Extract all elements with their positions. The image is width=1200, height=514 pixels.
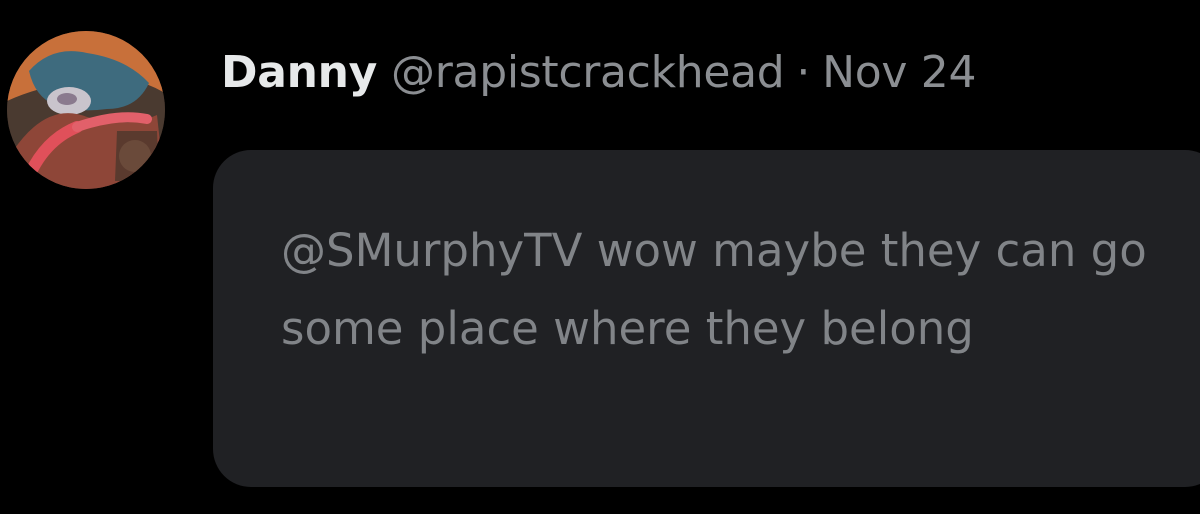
user-handle[interactable]: @rapistcrackhead <box>391 38 785 108</box>
tweet-header: Danny @rapistcrackhead · Nov 24 <box>221 38 976 108</box>
display-name[interactable]: Danny <box>221 38 377 108</box>
cartoon-character-avatar-icon <box>7 31 165 189</box>
post-date[interactable]: Nov 24 <box>822 38 976 108</box>
separator-dot: · <box>796 47 811 98</box>
message-text: @SMurphyTV wow maybe they can go some pl… <box>281 224 1147 355</box>
avatar[interactable] <box>7 31 165 189</box>
